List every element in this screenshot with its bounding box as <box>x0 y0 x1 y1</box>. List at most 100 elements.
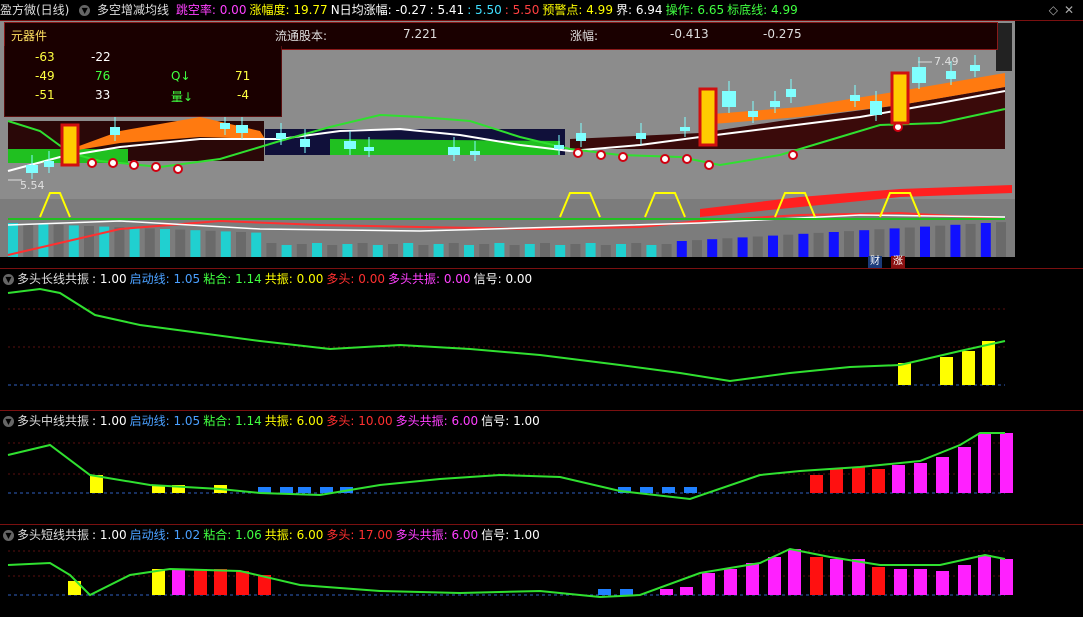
resonance-bar <box>852 559 865 595</box>
resonance-bar <box>936 457 949 493</box>
resonance-bar <box>684 487 697 493</box>
candle-body <box>722 91 736 107</box>
candle-body <box>636 133 646 139</box>
volume-bar <box>813 232 824 257</box>
value-number: 6.00 <box>447 414 479 428</box>
volume-bar <box>403 243 414 257</box>
volume-bar <box>220 231 231 257</box>
stat-vol-label: 量↓ <box>171 90 194 104</box>
value-number: 1.14 <box>231 272 262 286</box>
resonance-bar <box>830 469 843 493</box>
volume-bar <box>205 230 216 257</box>
diamond-icon[interactable]: ◇ <box>1049 0 1058 20</box>
panel-title[interactable]: 多头长线共振 <box>17 272 89 286</box>
resonance-bar <box>978 555 991 595</box>
candle-body <box>364 147 374 151</box>
volume-bar <box>980 223 991 257</box>
resonance-bar <box>680 587 693 595</box>
volume-bar <box>327 245 338 257</box>
value-number: 5.41 <box>433 3 465 17</box>
resonance-bar <box>982 341 995 385</box>
stat-r3c1: -51 <box>35 88 55 102</box>
value-label: 粘合: <box>203 414 232 428</box>
resonance-bar <box>810 557 823 595</box>
value-number: 1.06 <box>231 528 262 542</box>
value-number: 6.94 <box>632 3 663 17</box>
volume-bar <box>8 223 18 257</box>
chevron-down-icon[interactable]: ▼ <box>3 530 14 541</box>
long-resonance-header: ▼ 多头长线共振: 1.00 启动线: 1.05 粘合: 1.14 共振: 0.00 多头… <box>0 269 1083 289</box>
value-number: 17.00 <box>354 528 393 542</box>
value-number: 6.00 <box>292 528 324 542</box>
volume-bar <box>433 244 444 257</box>
value-number: 1.05 <box>169 414 201 428</box>
candle-body <box>236 125 248 133</box>
resonance-bar <box>830 559 843 595</box>
value-number: -0.27 <box>391 3 427 17</box>
volume-bar <box>600 245 611 257</box>
stock-title[interactable]: 盈方微(日线) <box>0 3 69 17</box>
volume-bar <box>236 232 246 257</box>
signal-dot <box>660 154 670 164</box>
signal-dot <box>108 158 118 168</box>
stat-r2c4: 71 <box>235 69 251 83</box>
finance-tag[interactable]: 财 <box>868 256 882 268</box>
resonance-bar <box>214 569 227 595</box>
high-price-label: 7.49 <box>934 55 959 68</box>
volume-bar <box>707 239 718 257</box>
volume-bar <box>859 230 870 257</box>
signal-dot <box>788 150 798 160</box>
volume-bar <box>768 235 778 257</box>
value-number: 1.00 <box>509 414 540 428</box>
resonance-bar <box>662 487 675 493</box>
chevron-down-icon[interactable]: ▼ <box>3 274 14 285</box>
value-label: 操作: <box>665 3 694 17</box>
volume-bar <box>357 243 368 257</box>
long-resonance-chart[interactable] <box>0 269 1083 411</box>
resonance-bar <box>898 363 911 385</box>
volume-bar <box>889 228 900 257</box>
value-number: 1.02 <box>169 528 201 542</box>
resonance-bar <box>1000 433 1013 493</box>
resonance-bar <box>1000 559 1013 595</box>
value-number: 4.99 <box>767 3 798 17</box>
value-number: 0.00 <box>501 272 533 286</box>
value-number: 1.00 <box>509 528 540 542</box>
resonance-bar <box>914 569 927 595</box>
value-number: 5.50 <box>508 3 540 17</box>
close-icon[interactable]: ✕ <box>1064 0 1074 20</box>
volume-bar <box>418 245 429 257</box>
chevron-down-icon[interactable]: ▼ <box>79 5 91 16</box>
value-number: 6.00 <box>447 528 479 542</box>
mid-resonance-header: ▼ 多头中线共振: 1.00 启动线: 1.05 粘合: 1.14 共振: 6.00 多头… <box>0 411 1083 431</box>
short-resonance-header: ▼ 多头短线共振: 1.00 启动线: 1.02 粘合: 1.06 共振: 6.00 多头… <box>0 525 1083 545</box>
resonance-bar <box>788 549 801 595</box>
panel-title[interactable]: 多头中线共振 <box>17 414 89 428</box>
indicator-header: 盈方微(日线) ▼ 多空增减均线 跳空率: 0.00 涨幅度: 19.77 N日均涨… <box>0 0 1083 20</box>
volume-bar <box>555 245 566 257</box>
volume-bar <box>281 245 292 257</box>
change-value: -0.413 <box>670 27 709 41</box>
resonance-bar <box>152 569 165 595</box>
volume-bar <box>828 232 839 257</box>
volume-bar <box>372 245 383 257</box>
value-number: 0.00 <box>354 272 385 286</box>
value-label: 多头: <box>326 528 355 542</box>
indicator-name[interactable]: 多空增减均线 <box>97 3 169 17</box>
resonance-bar <box>872 469 885 493</box>
panel-title[interactable]: 多头短线共振 <box>17 528 89 542</box>
resonance-bar <box>320 487 333 493</box>
value-number: 1.14 <box>231 414 262 428</box>
value-label: 共振: <box>264 528 293 542</box>
candle-body <box>576 133 586 141</box>
value-number: 5.50 <box>471 3 502 17</box>
volume-bar <box>38 224 49 257</box>
value-label: 多头共振: <box>395 414 448 428</box>
candle-body <box>970 65 980 71</box>
resonance-bar <box>280 487 293 493</box>
stats-box: -63 -22 -49 76 Q↓ 71 -51 33 量↓ -4 <box>4 46 282 117</box>
volume-bar <box>190 230 201 257</box>
resonance-bar <box>940 357 953 385</box>
rise-tag[interactable]: 涨 <box>891 256 905 268</box>
chevron-down-icon[interactable]: ▼ <box>3 416 14 427</box>
